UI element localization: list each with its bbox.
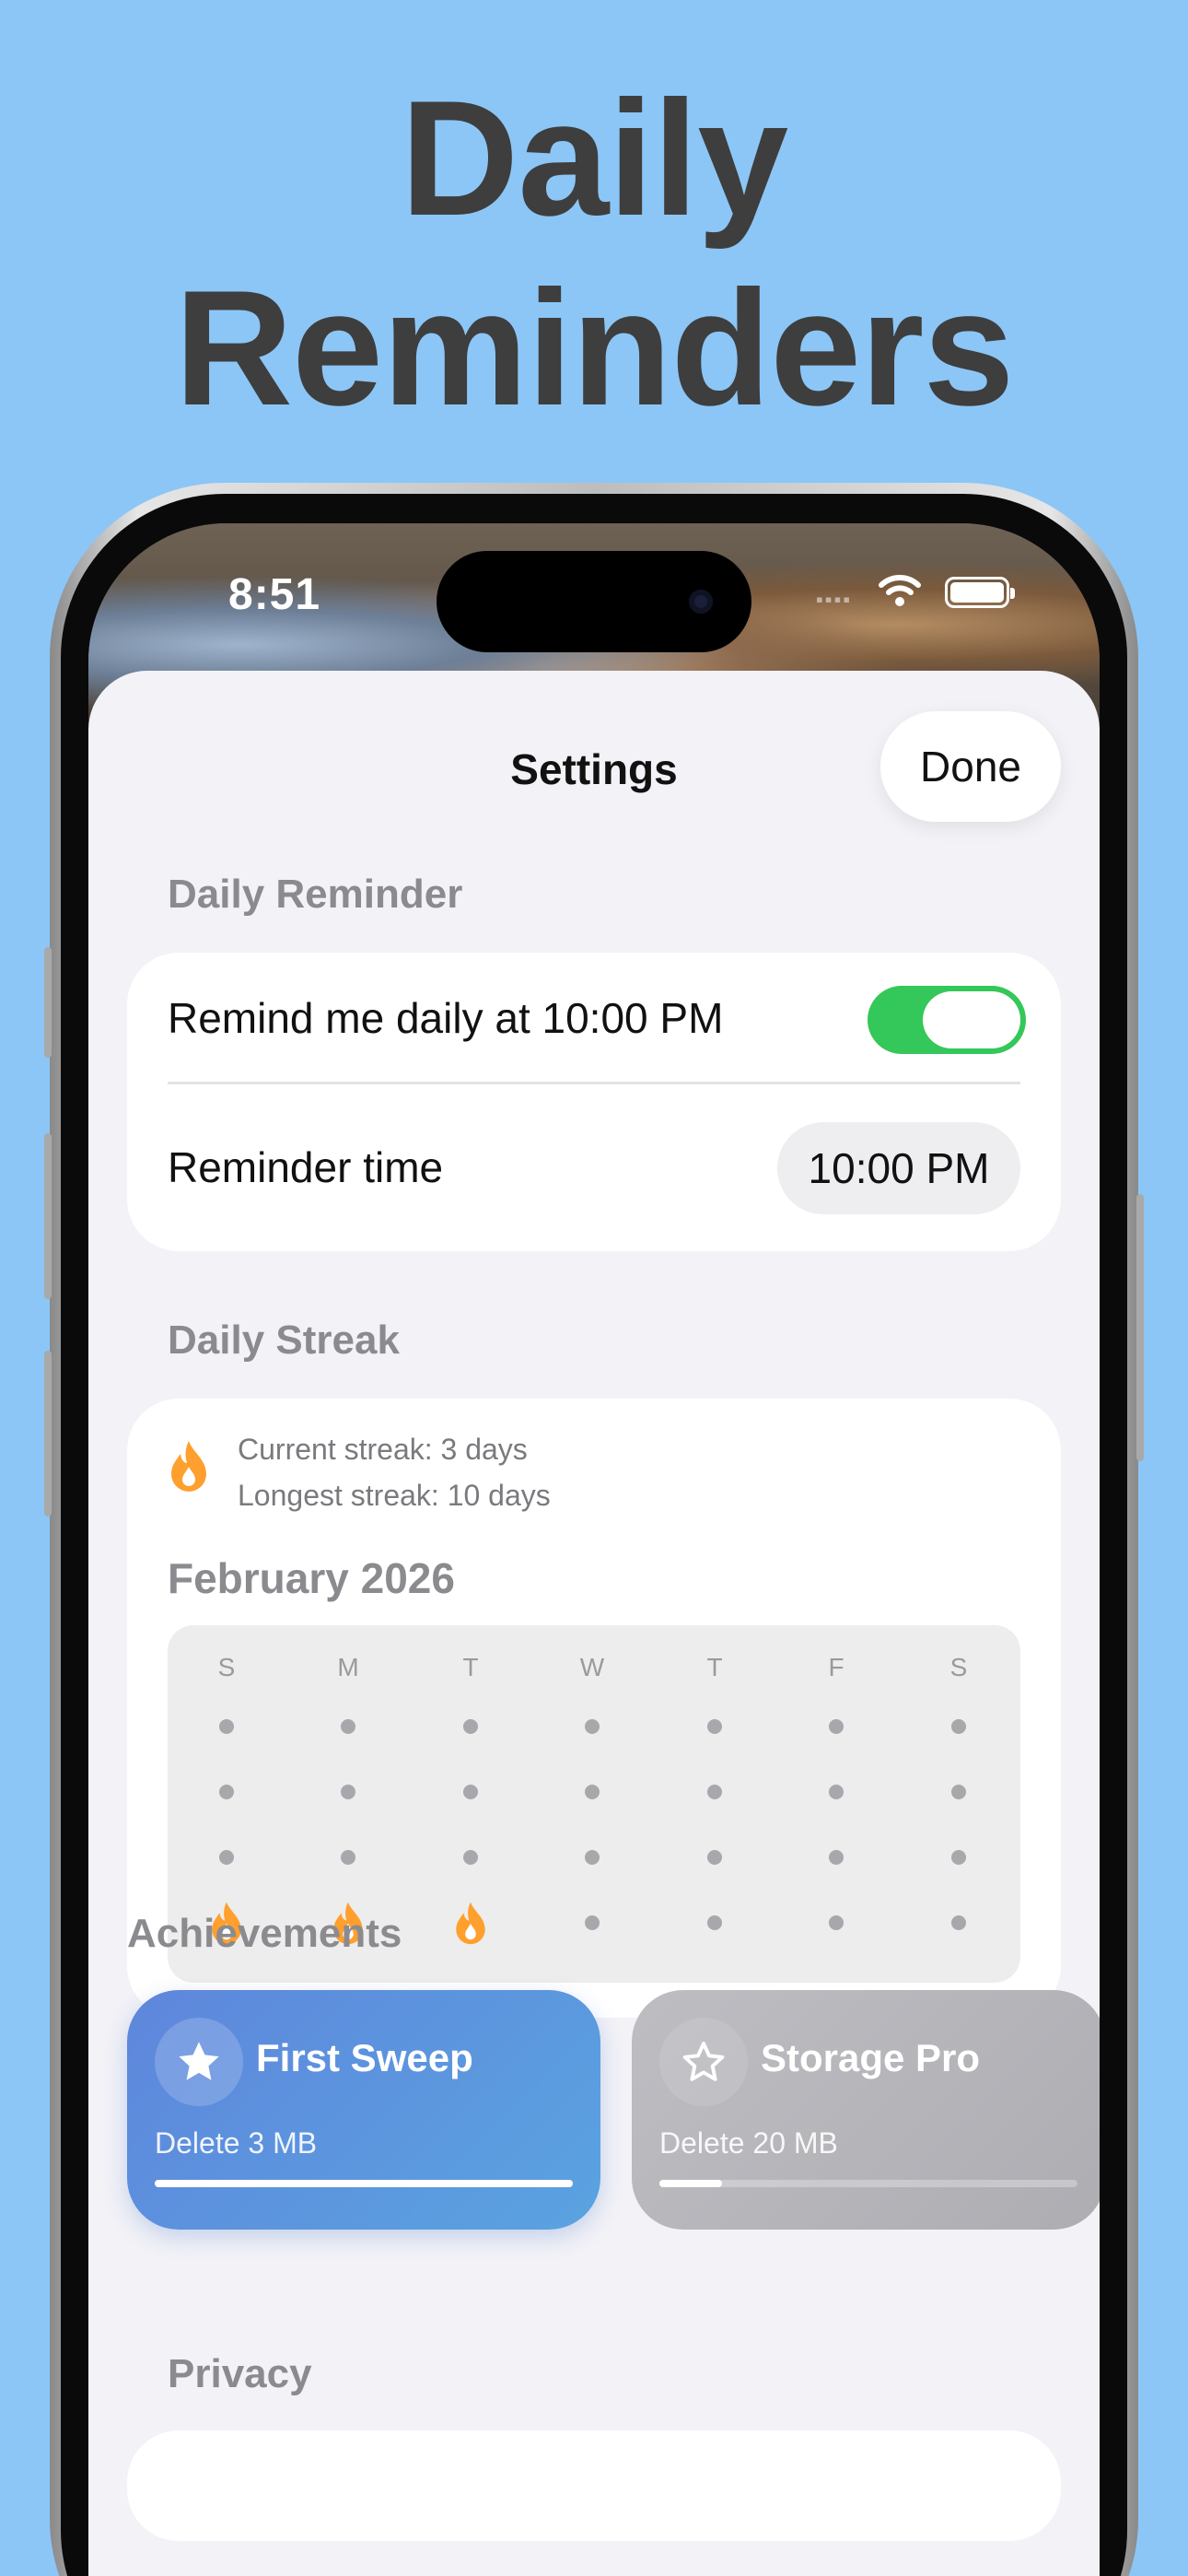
action-button bbox=[44, 947, 52, 1058]
calendar-day-dot bbox=[707, 1915, 722, 1930]
calendar-day-dot bbox=[829, 1785, 844, 1799]
achievement-title: First Sweep bbox=[256, 2036, 473, 2079]
privacy-card bbox=[127, 2430, 1061, 2541]
weekday-fri: F bbox=[828, 1653, 844, 1681]
star-filled-icon bbox=[179, 2042, 219, 2080]
reminder-time-label: Reminder time bbox=[168, 1143, 444, 1191]
streak-flame-icon bbox=[452, 1901, 489, 1945]
reminder-time-picker[interactable]: 10:00 PM bbox=[777, 1122, 1020, 1214]
calendar-day-dot bbox=[707, 1850, 722, 1865]
star-outline-icon bbox=[682, 2042, 725, 2081]
calendar-day-dot bbox=[585, 1850, 600, 1865]
calendar-day-dot bbox=[829, 1719, 844, 1734]
headline-line-1: Daily bbox=[400, 66, 788, 250]
achievement-progress-bar bbox=[659, 2180, 1077, 2187]
calendar-day-dot bbox=[463, 1785, 478, 1799]
weekday-wed: W bbox=[579, 1653, 605, 1681]
daily-reminder-card: Remind me daily at 10:00 PM Reminder tim… bbox=[127, 953, 1061, 1251]
volume-down-button bbox=[44, 1351, 52, 1516]
calendar-day-dot bbox=[585, 1915, 600, 1930]
weekday-mon: M bbox=[337, 1653, 359, 1681]
achievement-progress-bar bbox=[155, 2180, 573, 2187]
cellular-signal-icon: ▪▪▪▪ bbox=[816, 588, 853, 611]
calendar-day-dot bbox=[219, 1785, 234, 1799]
achievement-title: Storage Pro bbox=[761, 2036, 981, 2079]
calendar-day-dot bbox=[585, 1785, 600, 1799]
weekday-thu: T bbox=[706, 1653, 723, 1681]
settings-sheet: Settings Done Daily Reminder Remind me d… bbox=[88, 671, 1100, 2576]
status-bar: 8:51 ▪▪▪▪ bbox=[88, 523, 1100, 671]
calendar-day-dot bbox=[829, 1850, 844, 1865]
achievement-card-storage-pro[interactable]: Storage Pro Delete 20 MB bbox=[632, 1990, 1100, 2230]
done-button[interactable]: Done bbox=[880, 711, 1061, 822]
calendar-day-dot bbox=[463, 1850, 478, 1865]
section-daily-reminder: Daily Reminder bbox=[168, 872, 463, 917]
calendar-day-dot bbox=[341, 1719, 355, 1734]
weekday-sat: S bbox=[949, 1653, 968, 1681]
status-time: 8:51 bbox=[228, 570, 321, 619]
remind-toggle-label: Remind me daily at 10:00 PM bbox=[168, 994, 724, 1042]
calendar-day-dot bbox=[341, 1850, 355, 1865]
power-button bbox=[1136, 1194, 1144, 1461]
achievement-subtitle: Delete 20 MB bbox=[659, 2126, 838, 2160]
calendar-day-dot bbox=[463, 1719, 478, 1734]
section-achievements: Achievements bbox=[127, 1911, 402, 1956]
calendar-day-dot bbox=[951, 1785, 966, 1799]
weekday-tue: T bbox=[462, 1653, 479, 1681]
achievement-card-first-sweep[interactable]: First Sweep Delete 3 MB bbox=[127, 1990, 600, 2230]
section-privacy: Privacy bbox=[168, 2351, 312, 2396]
calendar-day-dot bbox=[951, 1719, 966, 1734]
flame-icon bbox=[171, 1441, 206, 1492]
dynamic-island bbox=[437, 551, 751, 652]
weekday-sun: S bbox=[217, 1653, 236, 1681]
section-daily-streak: Daily Streak bbox=[168, 1317, 400, 1363]
calendar-day-dot bbox=[951, 1850, 966, 1865]
achievement-subtitle: Delete 3 MB bbox=[155, 2126, 318, 2160]
remind-daily-toggle[interactable] bbox=[868, 986, 1026, 1054]
current-streak-text: Current streak: 3 days bbox=[238, 1433, 528, 1466]
battery-icon bbox=[945, 577, 1015, 608]
calendar-day-dot bbox=[707, 1785, 722, 1799]
calendar-day-dot bbox=[219, 1719, 234, 1734]
longest-streak-text: Longest streak: 10 days bbox=[238, 1479, 551, 1512]
headline-line-2: Reminders bbox=[174, 256, 1015, 439]
divider bbox=[168, 1082, 1020, 1084]
volume-up-button bbox=[44, 1133, 52, 1299]
calendar-month-title: February 2026 bbox=[168, 1554, 455, 1602]
calendar-day-dot bbox=[585, 1719, 600, 1734]
calendar-day-dot bbox=[219, 1850, 234, 1865]
calendar-day-dot bbox=[951, 1915, 966, 1930]
calendar-day-dot bbox=[341, 1785, 355, 1799]
calendar-day-dot bbox=[829, 1915, 844, 1930]
camera-icon bbox=[689, 590, 713, 614]
wifi-icon bbox=[879, 575, 921, 606]
calendar-day-dot bbox=[707, 1719, 722, 1734]
phone-screen: 8:51 ▪▪▪▪ Settings Done Daily Reminder R… bbox=[88, 523, 1100, 2576]
